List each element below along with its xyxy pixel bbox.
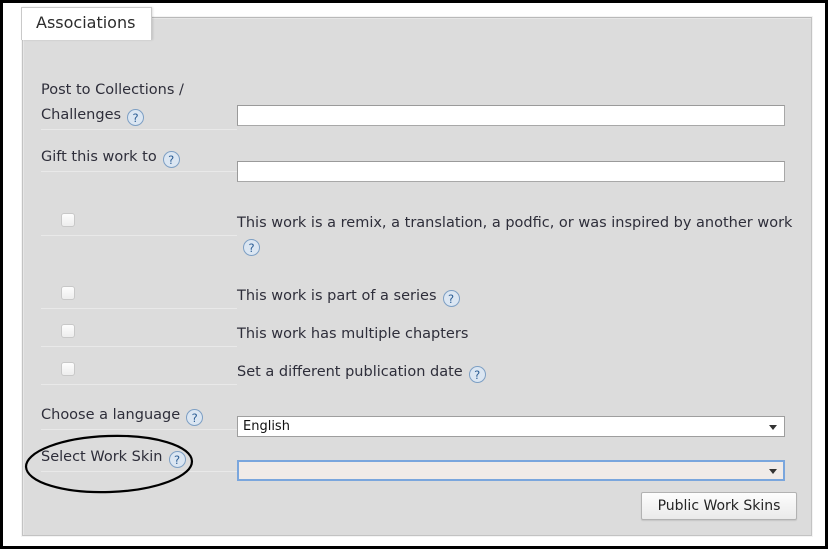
tab-associations[interactable]: Associations	[21, 7, 153, 40]
description-remix-translation: This work is a remix, a translation, a p…	[237, 212, 797, 256]
help-icon-remix-translation[interactable]: ?	[243, 239, 260, 256]
label-post-to-collections-line2: Challenges	[41, 107, 122, 123]
chevron-down-icon-language	[769, 424, 777, 430]
field-choose-language: English	[237, 416, 785, 437]
chevron-down-icon-work-skin	[769, 468, 777, 474]
label-post-to-collections: Post to Collections / Challenges?	[41, 78, 237, 130]
description-part-of-series-text: This work is part of a series	[237, 288, 437, 304]
help-icon-choose-language[interactable]: ?	[186, 409, 204, 426]
post-to-collections-input[interactable]	[237, 105, 785, 126]
label-post-to-collections-line1: Post to Collections /	[41, 82, 184, 98]
checkbox-cell-chapters	[41, 321, 237, 347]
field-post-to-collections	[237, 105, 785, 126]
description-publication-date: Set a different publication date?	[237, 361, 797, 383]
checkbox-cell-remix	[41, 210, 237, 236]
checkbox-cell-series	[41, 283, 237, 309]
help-icon-part-of-series[interactable]: ?	[442, 290, 460, 307]
description-multiple-chapters-text: This work has multiple chapters	[237, 326, 469, 342]
gift-this-work-input[interactable]	[237, 161, 785, 182]
checkbox-multiple-chapters[interactable]	[61, 324, 75, 338]
language-select-value: English	[243, 419, 290, 434]
work-skin-select[interactable]	[237, 460, 785, 481]
description-remix-translation-text: This work is a remix, a translation, a p…	[237, 215, 793, 231]
language-select[interactable]: English	[237, 416, 785, 437]
description-publication-date-text: Set a different publication date	[237, 364, 463, 380]
browser-window: Post to Collections / Challenges? Gift t…	[0, 0, 828, 549]
checkbox-different-publication-date[interactable]	[61, 362, 75, 376]
label-choose-language-text: Choose a language	[41, 407, 181, 423]
help-icon-gift-this-work[interactable]: ?	[162, 151, 180, 168]
checkbox-remix-translation-podfic[interactable]	[61, 213, 75, 227]
label-choose-language: Choose a language?	[41, 403, 237, 430]
checkbox-part-of-series[interactable]	[61, 286, 75, 300]
associations-panel: Post to Collections / Challenges? Gift t…	[22, 17, 812, 536]
description-part-of-series: This work is part of a series?	[237, 285, 797, 307]
help-icon-select-work-skin[interactable]: ?	[168, 451, 186, 468]
label-select-work-skin-text: Select Work Skin	[41, 449, 163, 465]
label-select-work-skin: Select Work Skin?	[41, 445, 237, 472]
associations-form: Post to Collections / Challenges? Gift t…	[23, 18, 813, 537]
description-multiple-chapters: This work has multiple chapters	[237, 323, 797, 345]
checkbox-cell-pubdate	[41, 359, 237, 385]
help-icon-post-to-collections[interactable]: ?	[127, 109, 145, 126]
label-gift-this-work-text: Gift this work to	[41, 149, 157, 165]
label-gift-this-work: Gift this work to?	[41, 145, 237, 172]
help-icon-publication-date[interactable]: ?	[468, 366, 486, 383]
field-gift-this-work	[237, 161, 785, 182]
public-work-skins-button[interactable]: Public Work Skins	[641, 492, 797, 520]
field-select-work-skin	[237, 460, 785, 481]
